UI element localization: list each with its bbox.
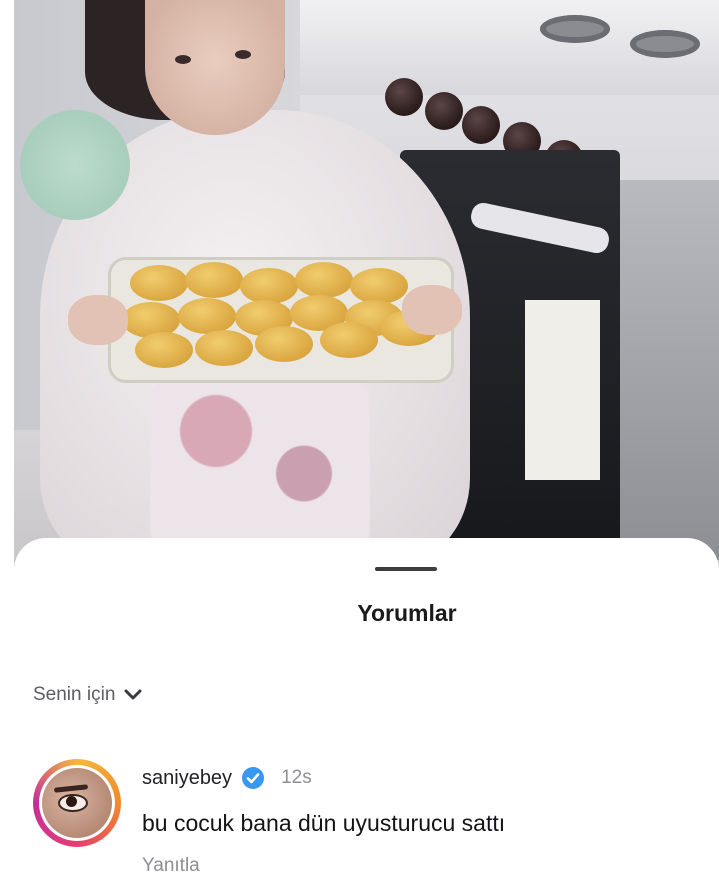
child-eye — [235, 50, 251, 59]
comment-username[interactable]: saniyebey — [142, 767, 232, 790]
pastry — [320, 322, 378, 358]
pastry — [255, 326, 313, 362]
verified-badge-icon — [242, 767, 265, 789]
burner — [540, 15, 610, 43]
comment-header: saniyebey 12s — [142, 766, 312, 790]
frame-edge — [0, 0, 14, 600]
stove-knob — [425, 92, 463, 130]
comment-filter-dropdown[interactable]: Senin için — [33, 684, 143, 706]
video-frame[interactable] — [0, 0, 719, 600]
dress-print — [150, 380, 370, 550]
stove-knob — [385, 78, 423, 116]
comment-text: bu cocuk bana dün uyusturucu sattı — [142, 810, 506, 836]
comment-filter-label: Senin için — [33, 684, 116, 705]
avatar-photo — [42, 768, 112, 838]
oven-side — [620, 180, 719, 560]
comments-title: Yorumlar — [357, 600, 457, 626]
stove-knob — [462, 106, 500, 144]
comment-timestamp: 12s — [281, 767, 312, 788]
chevron-down-icon — [124, 689, 142, 700]
pastry — [185, 262, 243, 298]
child-hand — [402, 285, 462, 335]
drag-handle[interactable] — [375, 567, 437, 571]
pastry — [350, 268, 408, 304]
pastry — [178, 298, 236, 334]
pastry — [240, 268, 298, 304]
pastry — [130, 265, 188, 301]
avatar[interactable] — [39, 765, 115, 841]
pastry — [195, 330, 253, 366]
child-face — [145, 0, 285, 135]
reply-button[interactable]: Yanıtla — [142, 855, 200, 877]
child-eye — [175, 55, 191, 64]
avatar-pupil — [66, 796, 77, 807]
pastry — [135, 332, 193, 368]
child-sleeve — [20, 110, 130, 220]
pastry — [295, 262, 353, 298]
oven-sticker — [525, 300, 600, 480]
avatar-brow — [53, 784, 89, 793]
child-hand — [68, 295, 128, 345]
burner — [630, 30, 700, 58]
